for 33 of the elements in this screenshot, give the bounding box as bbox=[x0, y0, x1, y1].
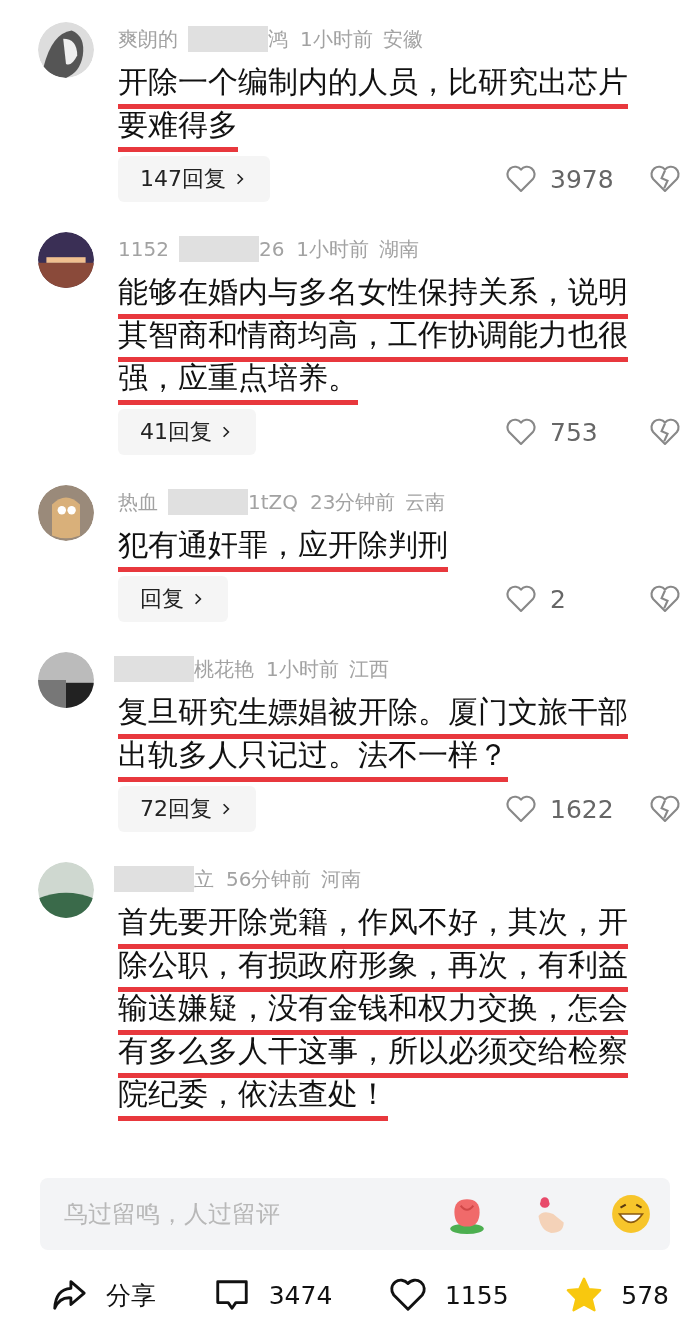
comment-time: 56分钟前 bbox=[226, 865, 312, 893]
comment-location: 安徽 bbox=[382, 25, 423, 53]
comment-text: 复旦研究生嫖娼被开除。厦门文旅干部出轨多人只记过。法不一样？ bbox=[118, 693, 629, 774]
avatar[interactable] bbox=[38, 22, 94, 78]
like-count: 3978 bbox=[550, 164, 615, 194]
like-count: 753 bbox=[550, 417, 599, 447]
grin-emoji-icon[interactable] bbox=[610, 1193, 652, 1235]
share-button[interactable]: 分享 bbox=[50, 1276, 156, 1314]
comment-button[interactable]: 3474 bbox=[212, 1276, 333, 1314]
comment-location: 云南 bbox=[405, 488, 446, 516]
comment-location: 江西 bbox=[348, 655, 389, 683]
comment-text: 犯有通奸罪，应开除判刑 bbox=[118, 526, 449, 564]
like-count: 2 bbox=[550, 584, 567, 614]
avatar[interactable] bbox=[38, 232, 94, 288]
comment-text: 首先要开除党籍，作风不好，其次，开除公职，有损政府形象，再次，有利益输送嫌疑，没有金钱和权力交换，怎会有多么多人干这事，所以必须交给检察院纪委，依法查处！ bbox=[118, 903, 629, 1113]
reply-button[interactable]: 72回复 bbox=[118, 786, 256, 832]
comment-text: 开除一个编制内的人员，比研究出芯片要难得多 bbox=[118, 63, 629, 144]
reply-button[interactable]: 147回复 bbox=[118, 156, 270, 202]
comment-input[interactable]: 鸟过留鸣，人过留评 bbox=[40, 1178, 670, 1250]
avatar[interactable] bbox=[38, 652, 94, 708]
star-button[interactable]: 578 bbox=[565, 1276, 669, 1314]
comment-time: 1小时前 bbox=[300, 25, 373, 53]
heart-button[interactable]: 1155 bbox=[388, 1276, 509, 1314]
comment-time: 1小时前 bbox=[296, 235, 370, 263]
comment-time: 23分钟前 bbox=[310, 488, 396, 516]
reply-button[interactable]: 41回复 bbox=[118, 409, 256, 455]
comment-location: 湖南 bbox=[379, 235, 420, 263]
reply-button[interactable]: 回复 bbox=[118, 576, 228, 622]
comment-location: 河南 bbox=[321, 865, 362, 893]
comment-time: 1小时前 bbox=[266, 655, 339, 683]
avatar[interactable] bbox=[38, 862, 94, 918]
like-count: 1622 bbox=[550, 794, 615, 824]
comment-text: 能够在婚内与多名女性保持关系，说明其智商和情商均高，工作协调能力也很强，应重点培养。 bbox=[118, 273, 629, 397]
